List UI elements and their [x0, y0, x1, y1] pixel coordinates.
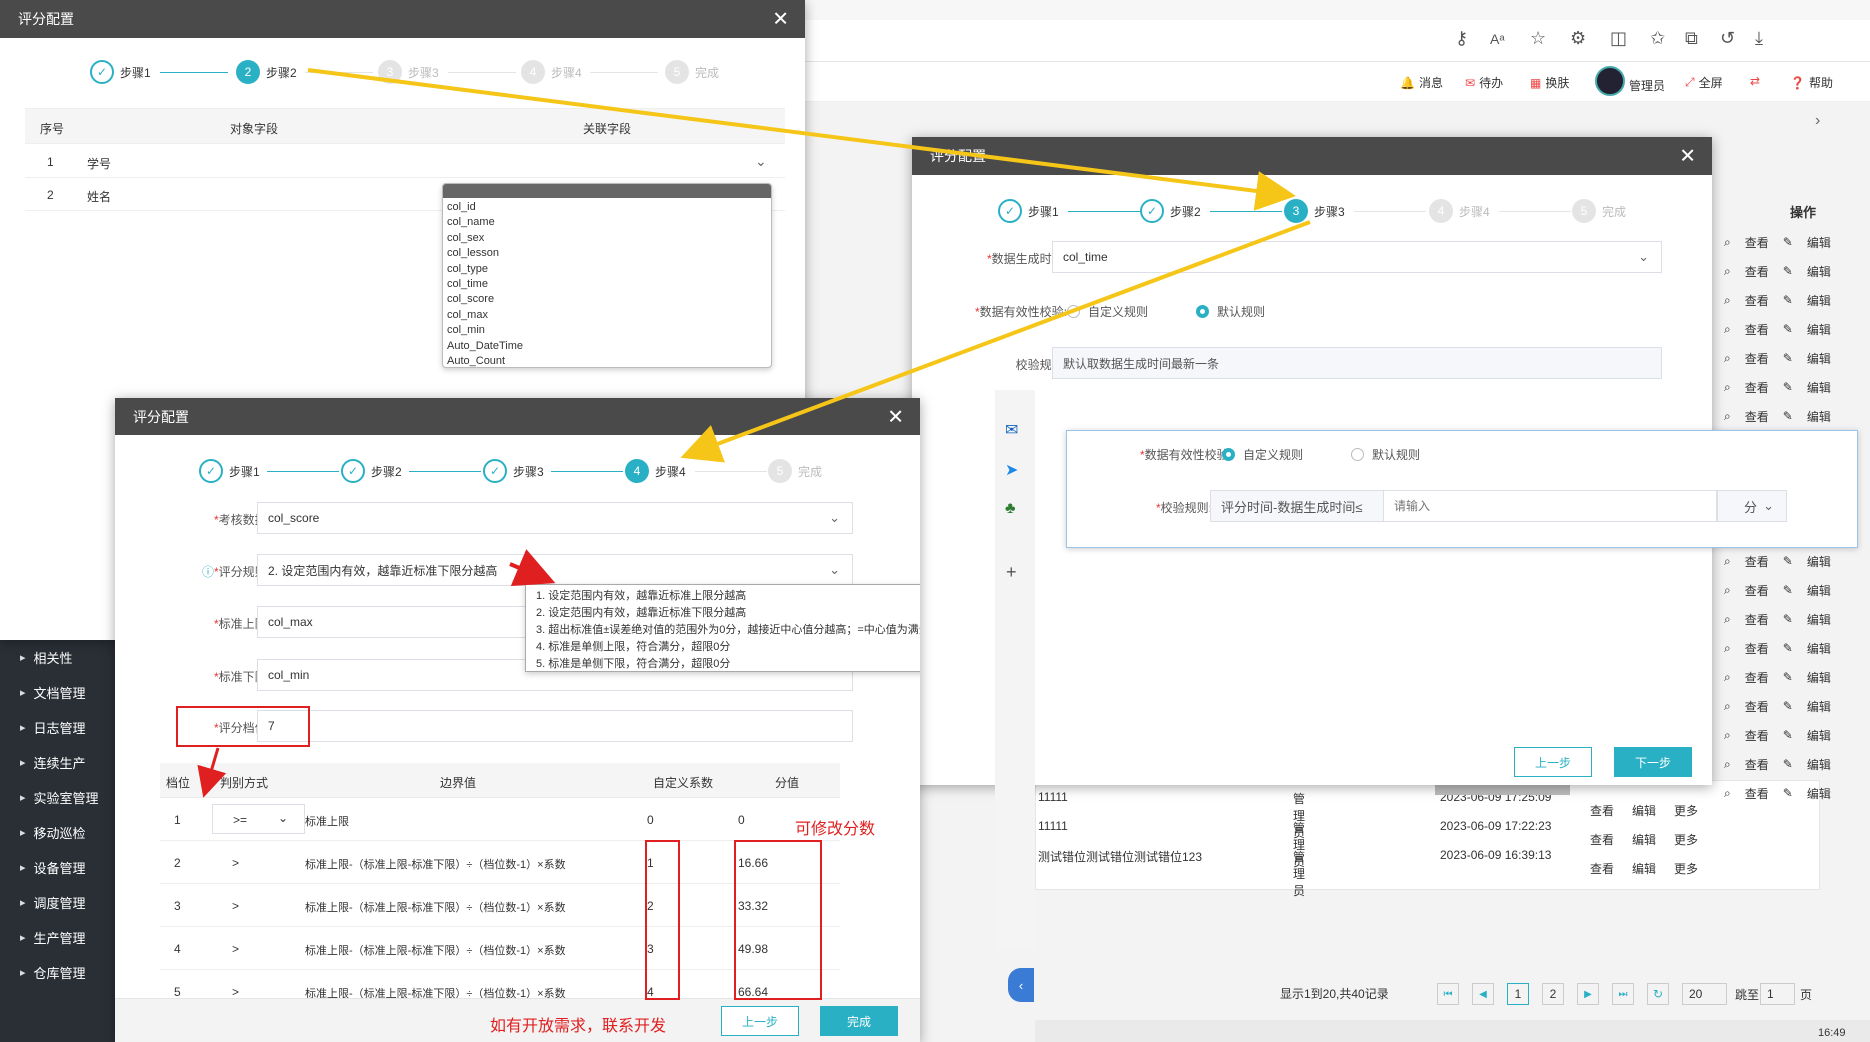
arrow-step2-to-step3 [307, 68, 1296, 211]
arrow-step3-to-step4 [680, 220, 1311, 463]
arrow-rule-dropdown [509, 549, 556, 587]
arrow-levels [197, 747, 227, 798]
annotation-arrows [197, 68, 1311, 798]
